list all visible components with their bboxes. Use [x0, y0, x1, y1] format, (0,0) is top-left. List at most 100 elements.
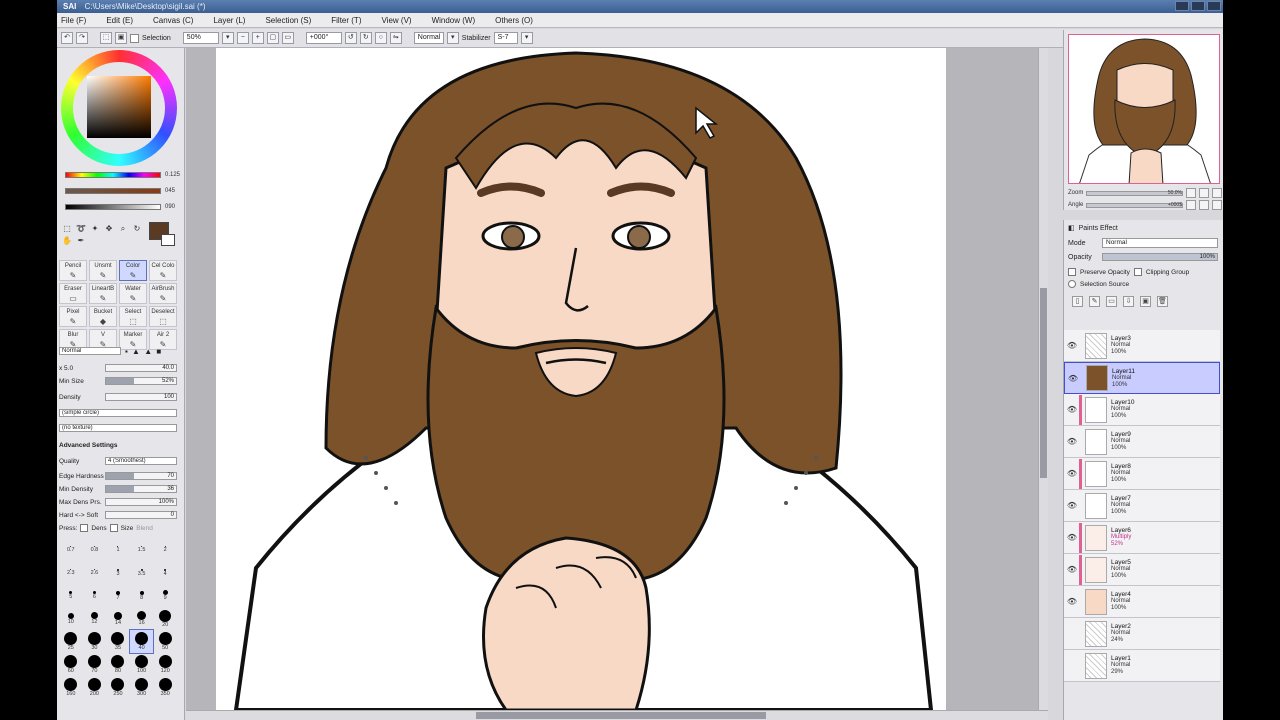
drawing-canvas[interactable] — [216, 48, 946, 710]
brush-size-preset[interactable]: 3.5 — [130, 561, 154, 584]
saturation-value-square[interactable] — [87, 76, 151, 138]
visibility-eye-icon[interactable]: 👁 — [1066, 501, 1078, 510]
menu-filter[interactable]: Filter (T) — [331, 16, 361, 25]
brush-size-preset[interactable]: 8 — [130, 584, 154, 607]
new-layer-icon[interactable]: ▯ — [1072, 296, 1083, 307]
layer-row[interactable]: Layer1 Normal 29% — [1064, 650, 1220, 682]
blend-mode-field[interactable]: Normal — [413, 32, 444, 44]
layer-row[interactable]: 👁 Layer3 Normal 100% — [1064, 330, 1220, 362]
brush-tool-2[interactable]: Color ✎ — [119, 260, 147, 281]
new-folder-icon[interactable]: ▭ — [1106, 296, 1117, 307]
visibility-eye-icon[interactable]: 👁 — [1066, 597, 1078, 606]
brush-size-preset[interactable]: 35 — [106, 630, 130, 653]
rect-select-icon[interactable]: ⬚ — [61, 224, 73, 234]
brush-size-preset[interactable]: 3 — [106, 561, 130, 584]
layer-row[interactable]: 👁 Layer11 Normal 100% — [1064, 362, 1220, 394]
flip-icon[interactable]: ⇋ — [389, 32, 402, 44]
brush-tool-0[interactable]: Pencil ✎ — [59, 260, 87, 281]
stabilizer-dropdown-icon[interactable]: ▾ — [520, 32, 533, 44]
menu-others[interactable]: Others (O) — [495, 16, 533, 25]
layer-row[interactable]: Layer2 Normal 24% — [1064, 618, 1220, 650]
hard-soft-bar[interactable]: 0 — [105, 511, 177, 519]
layer-opacity-bar[interactable]: 100% — [1102, 253, 1218, 261]
max-dens-bar[interactable]: 100% — [105, 498, 177, 506]
brush-size-preset[interactable]: 16 — [130, 607, 154, 630]
brush-size-preset[interactable]: 200 — [83, 676, 107, 699]
brush-size-preset[interactable]: 4 — [153, 561, 177, 584]
brush-size-preset[interactable]: 1 — [106, 538, 130, 561]
nav-zoom-reset-icon[interactable] — [1212, 188, 1222, 198]
rotation-field[interactable]: +000° — [305, 32, 342, 44]
delete-layer-icon[interactable]: 🗑 — [1157, 296, 1168, 307]
brush-size-preset[interactable]: 30 — [83, 630, 107, 653]
fit-icon[interactable]: ▭ — [281, 32, 294, 44]
brush-tool-5[interactable]: LineartB ✎ — [89, 283, 117, 304]
menu-file[interactable]: File (F) — [61, 16, 86, 25]
visibility-eye-icon[interactable]: 👁 — [1066, 341, 1078, 350]
nav-angle-bar[interactable]: +000$ — [1086, 202, 1183, 208]
blend-dropdown-icon[interactable]: ▾ — [446, 32, 459, 44]
brush-size-preset[interactable]: 80 — [106, 653, 130, 676]
zoom-tool-icon[interactable]: ⌕ — [117, 224, 129, 234]
brush-size-preset[interactable]: 70 — [83, 653, 107, 676]
nav-zoom-out-icon[interactable] — [1186, 188, 1196, 198]
hue-slider[interactable] — [65, 172, 161, 178]
menu-window[interactable]: Window (W) — [432, 16, 476, 25]
brush-size-preset[interactable]: 2.3 — [59, 561, 83, 584]
nav-zoom-bar[interactable]: 50.0% — [1086, 190, 1183, 196]
secondary-color-swatch[interactable] — [161, 234, 175, 246]
maximize-button[interactable] — [1191, 1, 1205, 11]
brush-size-preset[interactable]: 7 — [106, 584, 130, 607]
min-density-bar[interactable]: 36 — [105, 485, 177, 493]
brush-texture-field[interactable]: (no texture) — [59, 424, 177, 432]
zoom-dropdown-icon[interactable]: ▾ — [221, 32, 234, 44]
brush-size-preset[interactable]: 100 — [130, 653, 154, 676]
brush-size-preset[interactable]: 120 — [153, 653, 177, 676]
brush-size-preset[interactable]: 10 — [59, 607, 83, 630]
brush-size-preset[interactable]: 1.5 — [130, 538, 154, 561]
brush-size-preset[interactable]: 0.7 — [59, 538, 83, 561]
invert-selection-icon[interactable]: ▣ — [115, 32, 127, 44]
menu-layer[interactable]: Layer (L) — [213, 16, 245, 25]
brush-size-preset[interactable]: 5 — [59, 584, 83, 607]
brush-blend-field[interactable]: Normal — [59, 347, 121, 355]
layer-row[interactable]: 👁 Layer5 Normal 100% — [1064, 554, 1220, 586]
brush-size-preset[interactable]: 9 — [153, 584, 177, 607]
menu-view[interactable]: View (V) — [381, 16, 411, 25]
brush-size-preset[interactable]: 2.6 — [83, 561, 107, 584]
press-size-checkbox[interactable] — [109, 524, 118, 532]
layer-row[interactable]: 👁 Layer10 Normal 100% — [1064, 394, 1220, 426]
minimize-button[interactable] — [1175, 1, 1189, 11]
rotate-left-icon[interactable]: ↺ — [344, 32, 357, 44]
visibility-eye-icon[interactable]: 👁 — [1067, 374, 1079, 383]
value-slider[interactable] — [65, 204, 161, 210]
zoom-field[interactable]: 50% — [182, 32, 219, 44]
zoom-out-icon[interactable]: − — [236, 32, 249, 44]
brush-size-preset[interactable]: 50 — [153, 630, 177, 653]
eyedropper-icon[interactable]: ✒ — [75, 236, 87, 246]
brush-size-preset[interactable]: 25 — [59, 630, 83, 653]
brush-tool-7[interactable]: AirBrush ✎ — [149, 283, 177, 304]
redo-icon[interactable]: ↷ — [76, 32, 88, 44]
zoom-reset-icon[interactable]: ▢ — [266, 32, 279, 44]
menu-selection[interactable]: Selection (S) — [265, 16, 311, 25]
density-bar[interactable]: 100 — [105, 393, 177, 401]
close-button[interactable] — [1207, 1, 1221, 11]
brush-size-preset[interactable]: 14 — [106, 607, 130, 630]
vertical-scroll-thumb[interactable] — [1040, 288, 1047, 478]
selection-checkbox[interactable] — [130, 33, 139, 43]
rotate-tool-icon[interactable]: ↻ — [131, 224, 143, 234]
nav-rotate-reset-icon[interactable] — [1212, 200, 1222, 210]
lasso-icon[interactable]: ➰ — [75, 224, 87, 234]
move-icon[interactable]: ✥ — [103, 224, 115, 234]
deselect-icon[interactable]: ⬚ — [100, 32, 112, 44]
artwork[interactable] — [216, 48, 946, 710]
visibility-eye-icon[interactable]: 👁 — [1066, 533, 1078, 542]
clear-layer-icon[interactable]: ▣ — [1140, 296, 1151, 307]
brush-tool-8[interactable]: Pixel ✎ — [59, 306, 87, 327]
quality-field[interactable]: 4 (Smoothest) — [105, 457, 177, 465]
selection-source-radio[interactable] — [1068, 280, 1076, 288]
brush-size-preset[interactable]: 160 — [59, 676, 83, 699]
brush-size-preset[interactable]: 350 — [153, 676, 177, 699]
brush-tool-4[interactable]: Eraser ▭ — [59, 283, 87, 304]
